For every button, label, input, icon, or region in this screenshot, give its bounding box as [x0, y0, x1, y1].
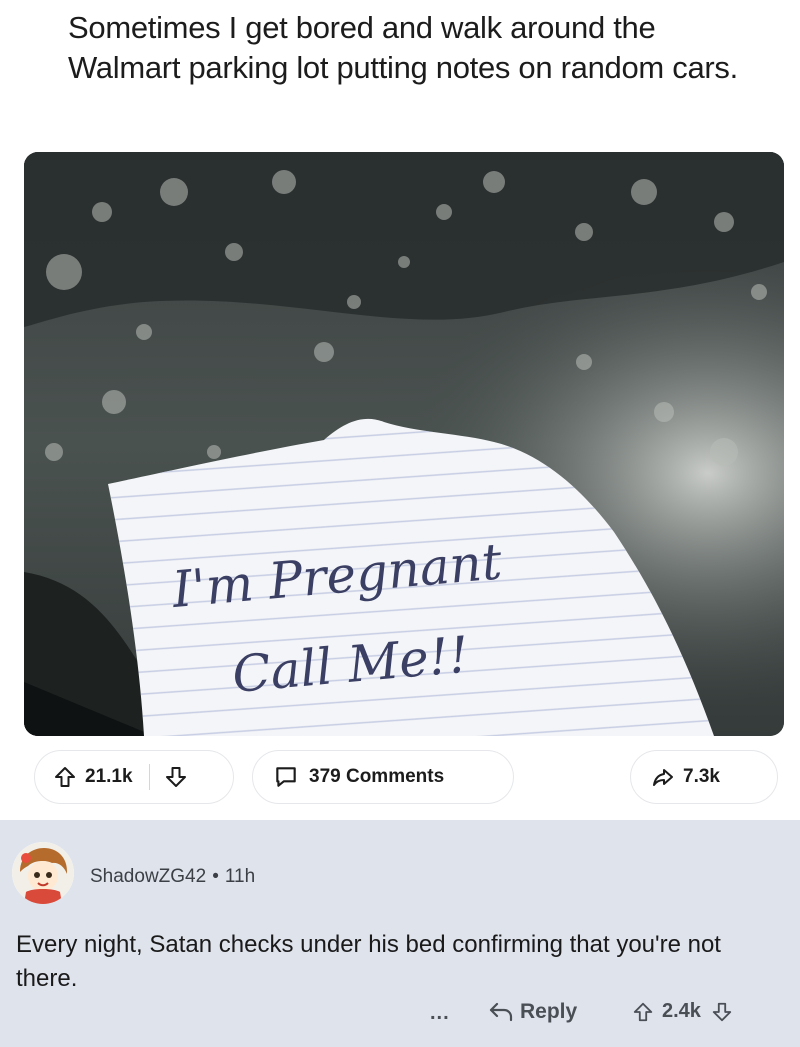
windshield-note-photo: I'm Pregnant Call Me!!	[24, 152, 784, 736]
share-count: 7.3k	[683, 766, 720, 787]
upvote-count: 21.1k	[85, 766, 133, 787]
reply-label: Reply	[520, 1000, 578, 1023]
post-card: Sometimes I get bored and walk around th…	[0, 0, 800, 820]
upvote-icon[interactable]	[53, 765, 77, 789]
comment-age: 11h	[224, 866, 256, 887]
comments-button[interactable]: 379 Comments	[252, 750, 514, 804]
comment-upvote-icon[interactable]	[632, 1001, 654, 1023]
share-button[interactable]: 7.3k	[630, 750, 778, 804]
comment-score: 2.4k	[662, 1000, 701, 1022]
comment-downvote-icon[interactable]	[711, 1001, 733, 1023]
vote-divider	[148, 764, 151, 790]
comment-body: Every night, Satan checks under his bed …	[16, 931, 721, 992]
comment: ShadowZG42 • 11h Every night, Satan checks…	[0, 820, 800, 1047]
comment-bubble-icon	[273, 764, 299, 790]
vote-pill: 21.1k	[34, 750, 234, 804]
downvote-icon[interactable]	[164, 765, 188, 789]
reply-button[interactable]: Reply	[488, 1000, 577, 1024]
comment-username[interactable]: ShadowZG42	[90, 866, 206, 887]
post-title[interactable]: Sometimes I get bored and walk around th…	[68, 8, 748, 88]
comment-actions: ... Reply 2.4k	[0, 1000, 800, 1040]
post-image[interactable]: I'm Pregnant Call Me!!	[24, 152, 784, 736]
share-icon	[651, 765, 675, 789]
reply-icon	[488, 1001, 514, 1023]
avatar[interactable]	[12, 842, 74, 904]
post-action-bar: 21.1k 379 Comments 7.3k	[0, 750, 800, 806]
comments-label: 379 Comments	[309, 766, 445, 787]
comment-vote: 2.4k	[632, 1000, 733, 1023]
comment-meta: ShadowZG42 • 11h	[90, 866, 255, 888]
more-options-button[interactable]: ...	[430, 1002, 450, 1025]
meta-separator: •	[212, 866, 219, 887]
